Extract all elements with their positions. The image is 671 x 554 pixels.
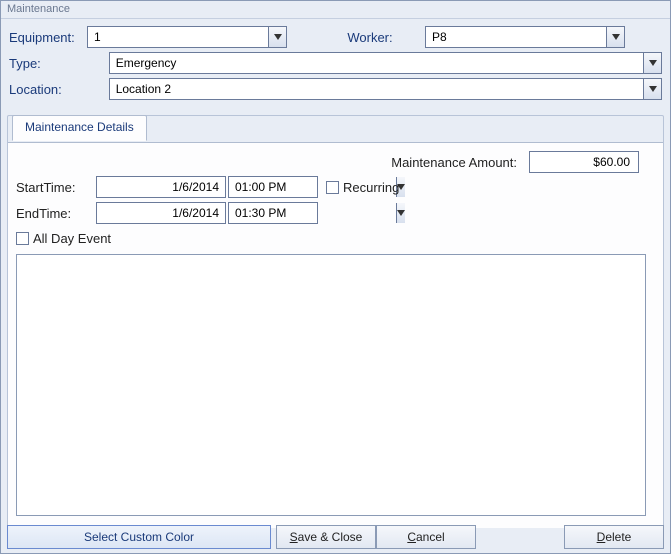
amount-label: Maintenance Amount: [391,155,517,170]
type-combo[interactable] [109,52,662,74]
header-form: Equipment: Worker: Type: Location: [1,19,670,111]
recurring-checkbox[interactable] [326,181,339,194]
save-and-close-button[interactable]: Save & Close [276,525,376,549]
location-label: Location: [9,82,109,97]
worker-label: Worker: [315,30,425,45]
amount-input[interactable] [529,151,639,173]
type-input[interactable] [110,53,643,73]
bottom-toolbar: Select Custom Color Save & Close Cancel … [7,525,664,549]
tab-body: Maintenance Amount: StartTime: Recurring [8,142,663,528]
end-time-input[interactable] [229,203,396,223]
chevron-down-icon [649,60,657,66]
equipment-input[interactable] [88,27,268,47]
end-date-input[interactable] [96,202,226,224]
location-dropdown-button[interactable] [643,79,661,99]
delete-button[interactable]: Delete [564,525,664,549]
worker-dropdown-button[interactable] [606,27,624,47]
allday-label: All Day Event [33,231,111,246]
starttime-label: StartTime: [16,180,96,195]
recurring-label: Recurring [343,180,399,195]
select-custom-color-button[interactable]: Select Custom Color [7,525,271,549]
maintenance-window: Maintenance Equipment: Worker: Type: Loc… [0,0,671,554]
chevron-down-icon [612,34,620,40]
location-input[interactable] [110,79,643,99]
notes-textarea[interactable] [16,254,646,516]
worker-input[interactable] [426,27,606,47]
cancel-button[interactable]: Cancel [376,525,476,549]
equipment-dropdown-button[interactable] [268,27,286,47]
window-title: Maintenance [1,1,670,19]
equipment-combo[interactable] [87,26,287,48]
start-date-input[interactable] [96,176,226,198]
allday-checkbox[interactable] [16,232,29,245]
endtime-label: EndTime: [16,206,96,221]
location-combo[interactable] [109,78,662,100]
end-time-combo[interactable] [228,202,318,224]
worker-combo[interactable] [425,26,625,48]
tab-container: Maintenance Details Maintenance Amount: … [7,115,664,527]
equipment-label: Equipment: [9,30,87,45]
end-time-dropdown-button[interactable] [396,203,405,223]
chevron-down-icon [274,34,282,40]
chevron-down-icon [649,86,657,92]
type-dropdown-button[interactable] [643,53,661,73]
tab-maintenance-details[interactable]: Maintenance Details [12,115,147,141]
type-label: Type: [9,56,109,71]
start-time-combo[interactable] [228,176,318,198]
chevron-down-icon [397,210,405,216]
